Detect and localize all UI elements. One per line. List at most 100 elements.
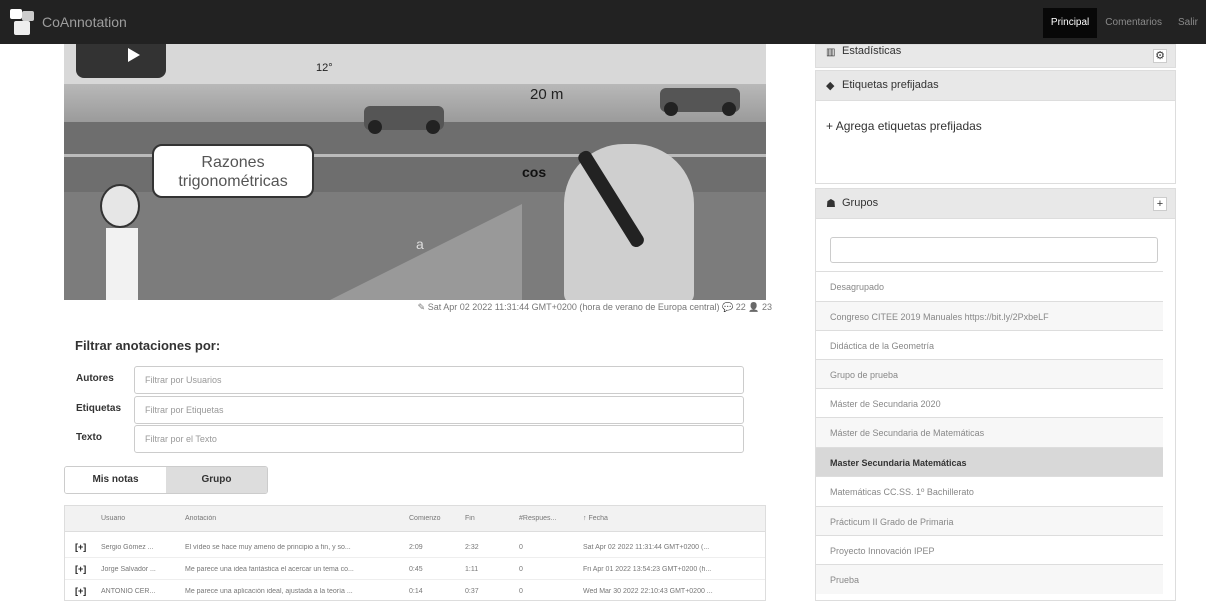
group-item-congreso[interactable]: Congreso CITEE 2019 Manuales https://bit… — [816, 301, 1163, 331]
row-start: 2:09 — [409, 544, 423, 551]
row-replies: 0 — [519, 566, 523, 573]
users-group-icon: ☗ — [826, 198, 836, 210]
kart-left — [364, 106, 444, 134]
group-item-master-matematicas[interactable]: Máster de Secundaria de Matemáticas — [816, 417, 1163, 447]
play-icon — [128, 48, 140, 62]
row-end: 1:11 — [465, 566, 479, 573]
video-date: Sat Apr 02 2022 11:31:44 GMT+0200 (hora … — [427, 302, 720, 312]
row-date: Fri Apr 01 2022 13:54:23 GMT+0200 (h... — [583, 566, 712, 573]
group-item-matematicas-ccss[interactable]: Matemáticas CC.SS. 1º Bachillerato — [816, 476, 1163, 506]
table-row[interactable]: [+] Sergio Gómez ... El vídeo se hace mu… — [65, 536, 765, 558]
character-head — [100, 184, 140, 228]
groups-panel-header: ☗ Grupos + — [816, 189, 1175, 219]
annotations-table: Usuario Anotación Comienzo Fin #Respues.… — [64, 505, 766, 601]
brand[interactable]: CoAnnotation — [8, 6, 127, 38]
table-row[interactable]: [+] ANTONIO CER... Me parece una aplicac… — [65, 580, 765, 600]
group-item-prueba[interactable]: Prueba — [816, 564, 1163, 594]
group-item-master-2020[interactable]: Máster de Secundaria 2020 — [816, 388, 1163, 418]
filter-title: Filtrar anotaciones por: — [75, 338, 221, 353]
distance-label: 20 m — [530, 86, 564, 103]
filter-authors-row: Autores Filtrar por Usuarios — [64, 366, 744, 394]
add-tags-label: Agrega etiquetas prefijadas — [835, 119, 982, 133]
row-user: Jorge Salvador ... — [101, 566, 156, 573]
col-anotacion[interactable]: Anotación — [185, 515, 216, 522]
brand-name: CoAnnotation — [42, 14, 127, 30]
cos-label: cos — [522, 164, 547, 180]
tag-icon: ◆ — [826, 80, 835, 92]
groups-panel: ☗ Grupos + Desagrupado Congreso CITEE 20… — [815, 188, 1176, 601]
chart-icon: ▥ — [826, 47, 836, 58]
group-item-prueba-grupo[interactable]: Grupo de prueba — [816, 359, 1163, 389]
settings-gear-icon[interactable]: ⚙ — [1153, 49, 1167, 63]
comments-icon: 💬 — [721, 302, 734, 312]
tags-panel: ◆ Etiquetas prefijadas + Agrega etiqueta… — [815, 70, 1176, 184]
group-item-didactica[interactable]: Didáctica de la Geometría — [816, 330, 1163, 360]
users-count: 23 — [761, 302, 772, 312]
row-start: 0:45 — [409, 566, 423, 573]
group-item-master-secundaria-selected[interactable]: Master Secundaria Matemáticas — [816, 447, 1163, 477]
bubble-line-1: Razones — [201, 154, 265, 171]
tags-title: Etiquetas prefijadas — [842, 79, 939, 91]
video-meta: ✎ Sat Apr 02 2022 11:31:44 GMT+0200 (hor… — [340, 302, 772, 313]
comments-count: 22 — [735, 302, 746, 312]
filter-text-input[interactable]: Filtrar por el Texto — [134, 425, 744, 453]
play-button[interactable] — [76, 44, 166, 78]
col-comienzo[interactable]: Comienzo — [409, 515, 441, 522]
nav-principal[interactable]: Principal — [1042, 8, 1098, 38]
angle-label: 12° — [316, 62, 333, 74]
add-tags-link[interactable]: + Agrega etiquetas prefijadas — [826, 119, 982, 133]
video-player[interactable]: 12° 20 m a cos Razones trigonométricas — [64, 44, 766, 300]
notes-tabs: Mis notas Grupo — [64, 466, 268, 494]
expand-toggle[interactable]: [+] — [75, 564, 86, 574]
side-a-label: a — [416, 236, 424, 252]
app-logo-icon — [8, 7, 38, 37]
row-date: Wed Mar 30 2022 22:10:43 GMT+0200 ... — [583, 588, 713, 595]
filter-authors-input[interactable]: Filtrar por Usuarios — [134, 366, 744, 394]
row-user: ANTONIO CER... — [101, 588, 156, 595]
row-date: Sat Apr 02 2022 11:31:44 GMT+0200 (... — [583, 544, 710, 551]
filter-tags-input[interactable]: Filtrar por Etiquetas — [134, 396, 744, 424]
table-header: Usuario Anotación Comienzo Fin #Respues.… — [65, 506, 765, 532]
row-end: 0:37 — [465, 588, 479, 595]
kart-right — [660, 88, 740, 116]
add-group-button[interactable]: + — [1153, 197, 1167, 211]
tab-mis-notas[interactable]: Mis notas — [65, 467, 166, 493]
bubble-line-2: trigonométricas — [178, 173, 288, 190]
tags-panel-header: ◆ Etiquetas prefijadas — [816, 71, 1175, 101]
group-item-desagrupado[interactable]: Desagrupado — [816, 271, 1163, 301]
edit-icon: ✎ — [417, 302, 426, 312]
speech-bubble: Razones trigonométricas — [152, 144, 314, 198]
filter-text-label: Texto — [76, 432, 102, 443]
nav-links: Principal Comentarios Salir — [1042, 8, 1206, 38]
row-end: 2:32 — [465, 544, 479, 551]
col-respuestas[interactable]: #Respues... — [519, 515, 556, 522]
nav-comentarios[interactable]: Comentarios — [1097, 8, 1170, 38]
stats-panel-header[interactable]: ▥ Estadísticas ⚙ — [816, 45, 1175, 68]
users-icon: 👤 — [748, 302, 760, 312]
top-navbar: CoAnnotation Principal Comentarios Salir — [0, 0, 1206, 44]
col-fecha[interactable]: ↑ Fecha — [583, 515, 608, 522]
stats-panel: ▥ Estadísticas ⚙ — [815, 44, 1176, 68]
character-body — [106, 228, 138, 300]
row-text: Me parece una aplicación ideal, ajustada… — [185, 588, 353, 595]
row-user: Sergio Gómez ... — [101, 544, 154, 551]
group-item-proyecto[interactable]: Proyecto Innovación IPEP — [816, 535, 1163, 565]
expand-toggle[interactable]: [+] — [75, 586, 86, 596]
filter-tags-row: Etiquetas Filtrar por Etiquetas — [64, 396, 744, 424]
filter-authors-label: Autores — [76, 373, 114, 384]
row-text: El vídeo se hace muy ameno de principio … — [185, 544, 351, 551]
group-search-input[interactable] — [830, 237, 1158, 263]
nav-salir[interactable]: Salir — [1170, 8, 1206, 38]
col-fin[interactable]: Fin — [465, 515, 475, 522]
expand-toggle[interactable]: [+] — [75, 542, 86, 552]
groups-title: Grupos — [842, 197, 879, 209]
table-row[interactable]: [+] Jorge Salvador ... Me parece una ide… — [65, 558, 765, 580]
stats-title: Estadísticas — [842, 45, 902, 57]
row-start: 0:14 — [409, 588, 423, 595]
plus-icon: + — [826, 119, 836, 133]
row-text: Me parece una idea fantástica el acercar… — [185, 566, 354, 573]
tab-grupo[interactable]: Grupo — [166, 467, 267, 493]
group-item-practicum[interactable]: Prácticum II Grado de Primaria — [816, 506, 1163, 536]
col-usuario[interactable]: Usuario — [101, 515, 125, 522]
triangle-shape — [322, 204, 522, 300]
